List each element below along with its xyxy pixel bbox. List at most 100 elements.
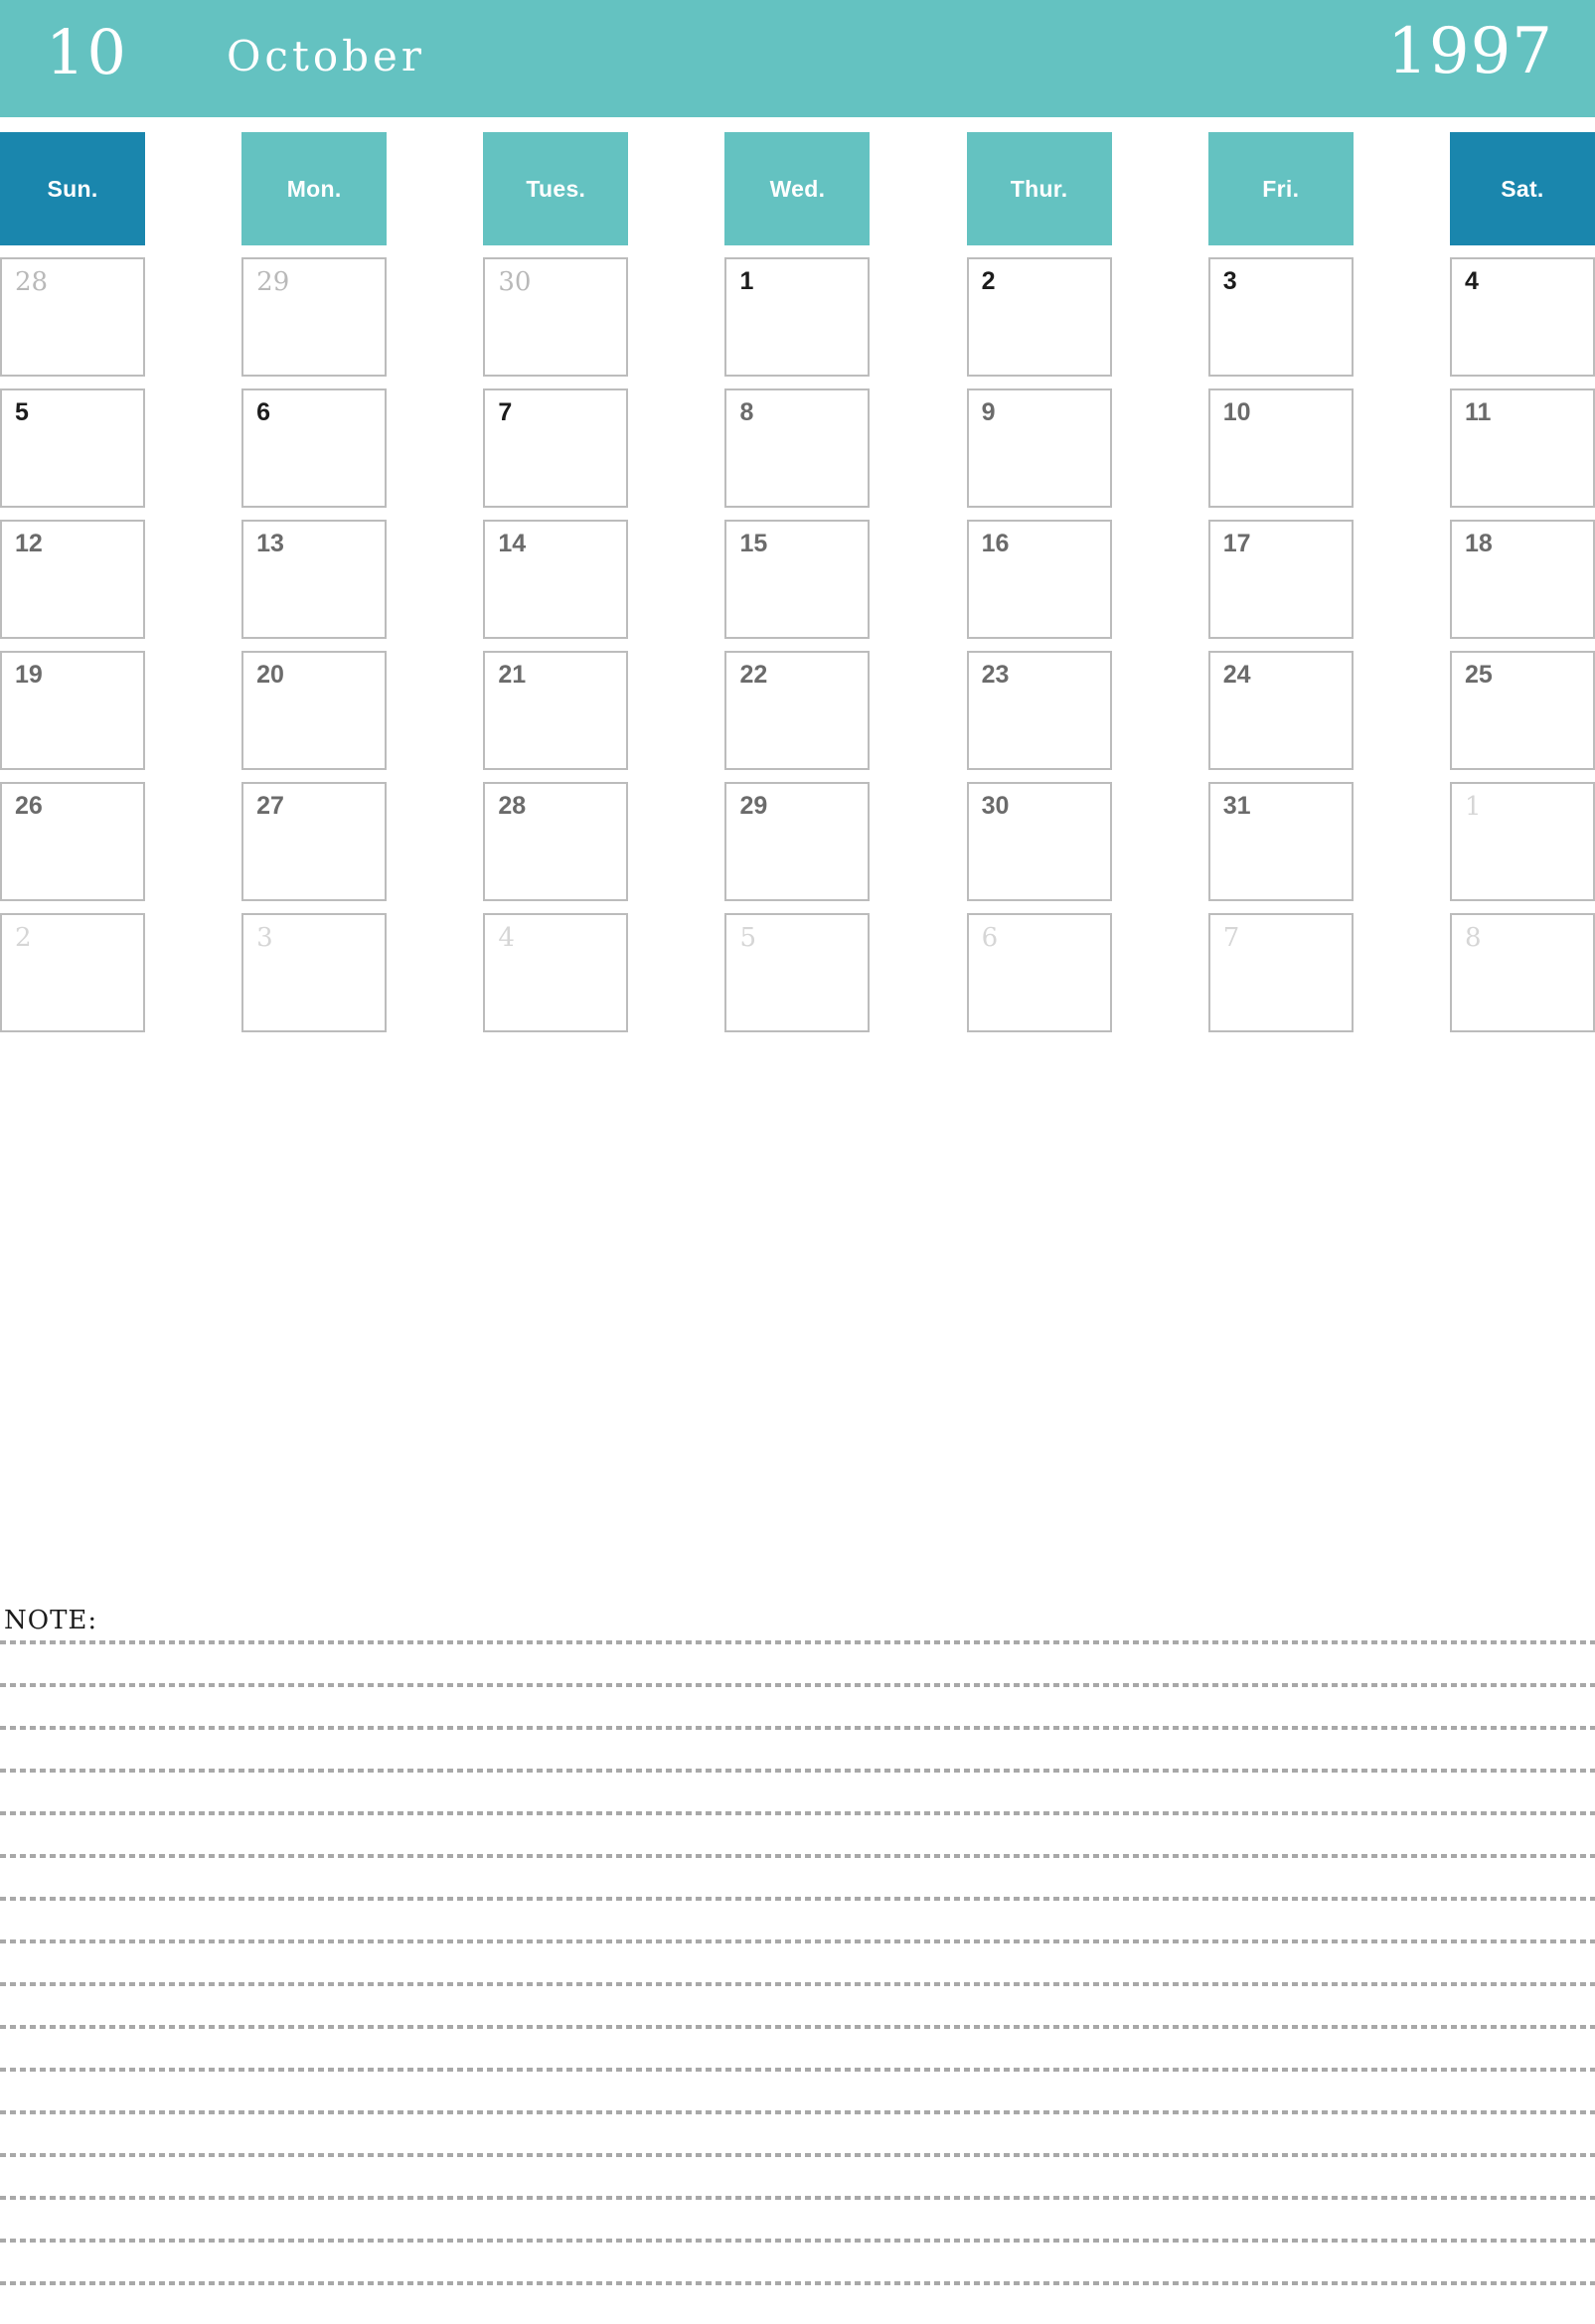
day-cell-wrapper: 19: [0, 651, 145, 770]
day-number: 31: [1222, 792, 1251, 820]
day-cell[interactable]: 19: [0, 651, 145, 770]
note-line[interactable]: [0, 2239, 1595, 2243]
calendar-week-row: 19 20 21 22 23 24 25: [0, 651, 1595, 770]
day-cell[interactable]: 11: [1449, 388, 1595, 508]
day-cell[interactable]: 7: [483, 388, 629, 508]
note-line[interactable]: [0, 1769, 1595, 1773]
weekday-header-cell: Thur.: [966, 132, 1112, 245]
day-number: 30: [498, 267, 532, 297]
day-cell-wrapper: 21: [483, 651, 629, 770]
day-cell[interactable]: 12: [0, 520, 145, 639]
day-cell[interactable]: 7: [1207, 913, 1354, 1032]
day-cell[interactable]: 16: [966, 520, 1112, 639]
day-cell[interactable]: 25: [1449, 651, 1595, 770]
day-cell-wrapper: 26: [0, 782, 145, 901]
day-number: 25: [1464, 661, 1493, 689]
day-cell-wrapper: 2: [0, 913, 145, 1032]
day-cell-wrapper: 3: [241, 913, 388, 1032]
day-cell-wrapper: 5: [724, 913, 871, 1032]
day-cell-wrapper: 5: [0, 388, 145, 508]
day-number: 8: [1464, 923, 1482, 953]
calendar-week-row: 12 13 14 15 16 17 18: [0, 520, 1595, 639]
day-cell[interactable]: 14: [483, 520, 629, 639]
day-cell[interactable]: 30: [966, 782, 1112, 901]
note-line[interactable]: [0, 2110, 1595, 2114]
note-line[interactable]: [0, 2068, 1595, 2072]
note-line[interactable]: [0, 2281, 1595, 2285]
day-cell[interactable]: 18: [1449, 520, 1595, 639]
note-line[interactable]: [0, 1640, 1595, 1644]
note-line[interactable]: [0, 1897, 1595, 1901]
day-cell[interactable]: 21: [483, 651, 629, 770]
day-cell[interactable]: 5: [724, 913, 871, 1032]
day-cell[interactable]: 31: [1207, 782, 1354, 901]
day-cell-wrapper: 31: [1207, 782, 1354, 901]
note-line[interactable]: [0, 1811, 1595, 1815]
day-cell-wrapper: 30: [483, 257, 629, 377]
day-cell[interactable]: 28: [0, 257, 145, 377]
day-number: 7: [1222, 923, 1240, 953]
day-cell-wrapper: 1: [724, 257, 871, 377]
note-line[interactable]: [0, 1726, 1595, 1730]
weekday-header-fri: Fri.: [1207, 132, 1354, 245]
note-line[interactable]: [0, 1683, 1595, 1687]
day-cell[interactable]: 13: [241, 520, 388, 639]
day-cell[interactable]: 3: [241, 913, 388, 1032]
day-number: 14: [498, 530, 527, 557]
day-cell[interactable]: 1: [724, 257, 871, 377]
day-cell[interactable]: 4: [1449, 257, 1595, 377]
day-cell-wrapper: 28: [0, 257, 145, 377]
day-number: 30: [981, 792, 1010, 820]
day-cell-wrapper: 23: [966, 651, 1112, 770]
note-line[interactable]: [0, 2196, 1595, 2200]
day-cell[interactable]: 2: [0, 913, 145, 1032]
day-cell[interactable]: 10: [1207, 388, 1354, 508]
day-cell-wrapper: 16: [966, 520, 1112, 639]
weekday-header-cell: Fri.: [1207, 132, 1354, 245]
day-cell[interactable]: 6: [241, 388, 388, 508]
note-line[interactable]: [0, 2153, 1595, 2157]
day-cell[interactable]: 5: [0, 388, 145, 508]
day-cell[interactable]: 8: [724, 388, 871, 508]
weekday-header-sun: Sun.: [0, 132, 145, 245]
day-cell[interactable]: 4: [483, 913, 629, 1032]
banner-month-number: 10: [46, 16, 128, 88]
month-banner: 10 October 1997: [0, 0, 1595, 117]
day-cell[interactable]: 22: [724, 651, 871, 770]
note-line[interactable]: [0, 1939, 1595, 1943]
day-number: 9: [981, 398, 996, 426]
day-cell[interactable]: 15: [724, 520, 871, 639]
day-cell[interactable]: 3: [1207, 257, 1354, 377]
day-cell[interactable]: 9: [966, 388, 1112, 508]
day-number: 3: [1222, 267, 1237, 295]
day-number: 21: [498, 661, 527, 689]
day-cell[interactable]: 30: [483, 257, 629, 377]
day-cell[interactable]: 6: [966, 913, 1112, 1032]
note-writing-area[interactable]: [0, 1640, 1595, 2324]
day-number: 13: [256, 530, 284, 557]
day-cell[interactable]: 8: [1449, 913, 1595, 1032]
day-cell[interactable]: 2: [966, 257, 1112, 377]
day-cell[interactable]: 1: [1449, 782, 1595, 901]
day-number: 1: [1464, 792, 1482, 822]
note-line[interactable]: [0, 2025, 1595, 2029]
weekday-header-wed: Wed.: [724, 132, 871, 245]
day-cell-wrapper: 17: [1207, 520, 1354, 639]
day-cell[interactable]: 23: [966, 651, 1112, 770]
note-line[interactable]: [0, 1982, 1595, 1986]
day-number: 23: [981, 661, 1010, 689]
weekday-header-sat: Sat.: [1449, 132, 1595, 245]
day-cell[interactable]: 29: [241, 257, 388, 377]
day-cell[interactable]: 27: [241, 782, 388, 901]
day-cell-wrapper: 29: [241, 257, 388, 377]
banner-month-name: October: [227, 32, 425, 80]
day-cell[interactable]: 20: [241, 651, 388, 770]
day-number: 20: [256, 661, 284, 689]
note-line[interactable]: [0, 1854, 1595, 1858]
day-cell[interactable]: 26: [0, 782, 145, 901]
day-cell[interactable]: 29: [724, 782, 871, 901]
day-cell[interactable]: 28: [483, 782, 629, 901]
day-cell[interactable]: 17: [1207, 520, 1354, 639]
banner-year: 1997: [1387, 15, 1553, 88]
day-cell[interactable]: 24: [1207, 651, 1354, 770]
